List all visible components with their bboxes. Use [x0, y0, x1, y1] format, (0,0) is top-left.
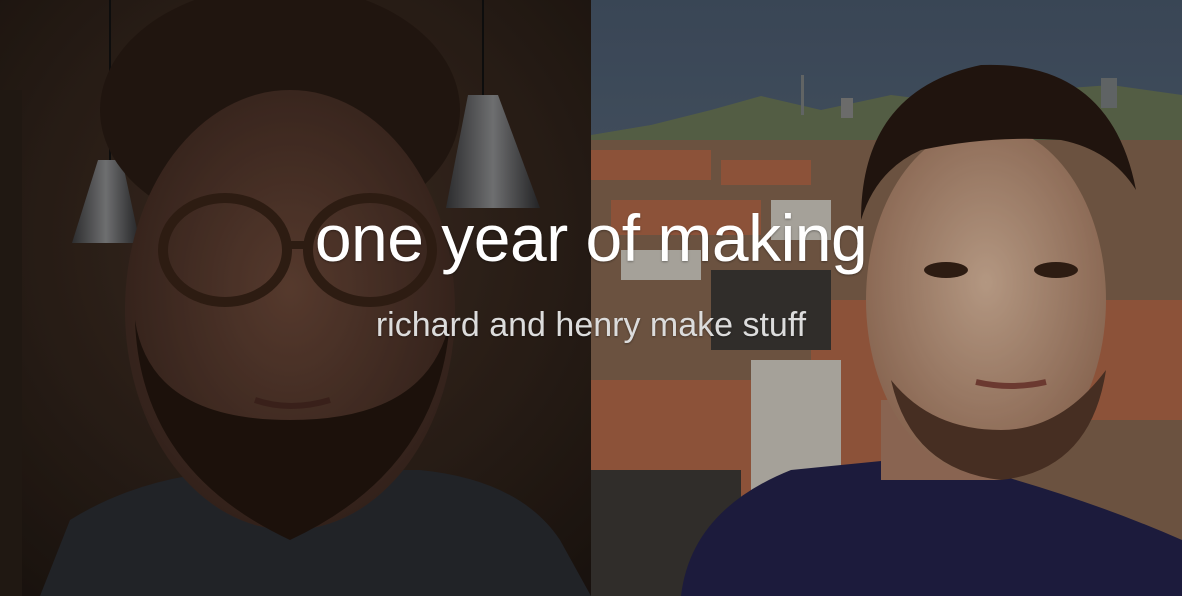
left-portrait-photo: [0, 0, 591, 596]
hero-subtitle: richard and henry make stuff: [375, 306, 807, 344]
hero-banner: one year of making richard and henry mak…: [0, 0, 1182, 596]
right-portrait-photo: [591, 0, 1182, 596]
hero-title: one year of making: [314, 201, 868, 275]
